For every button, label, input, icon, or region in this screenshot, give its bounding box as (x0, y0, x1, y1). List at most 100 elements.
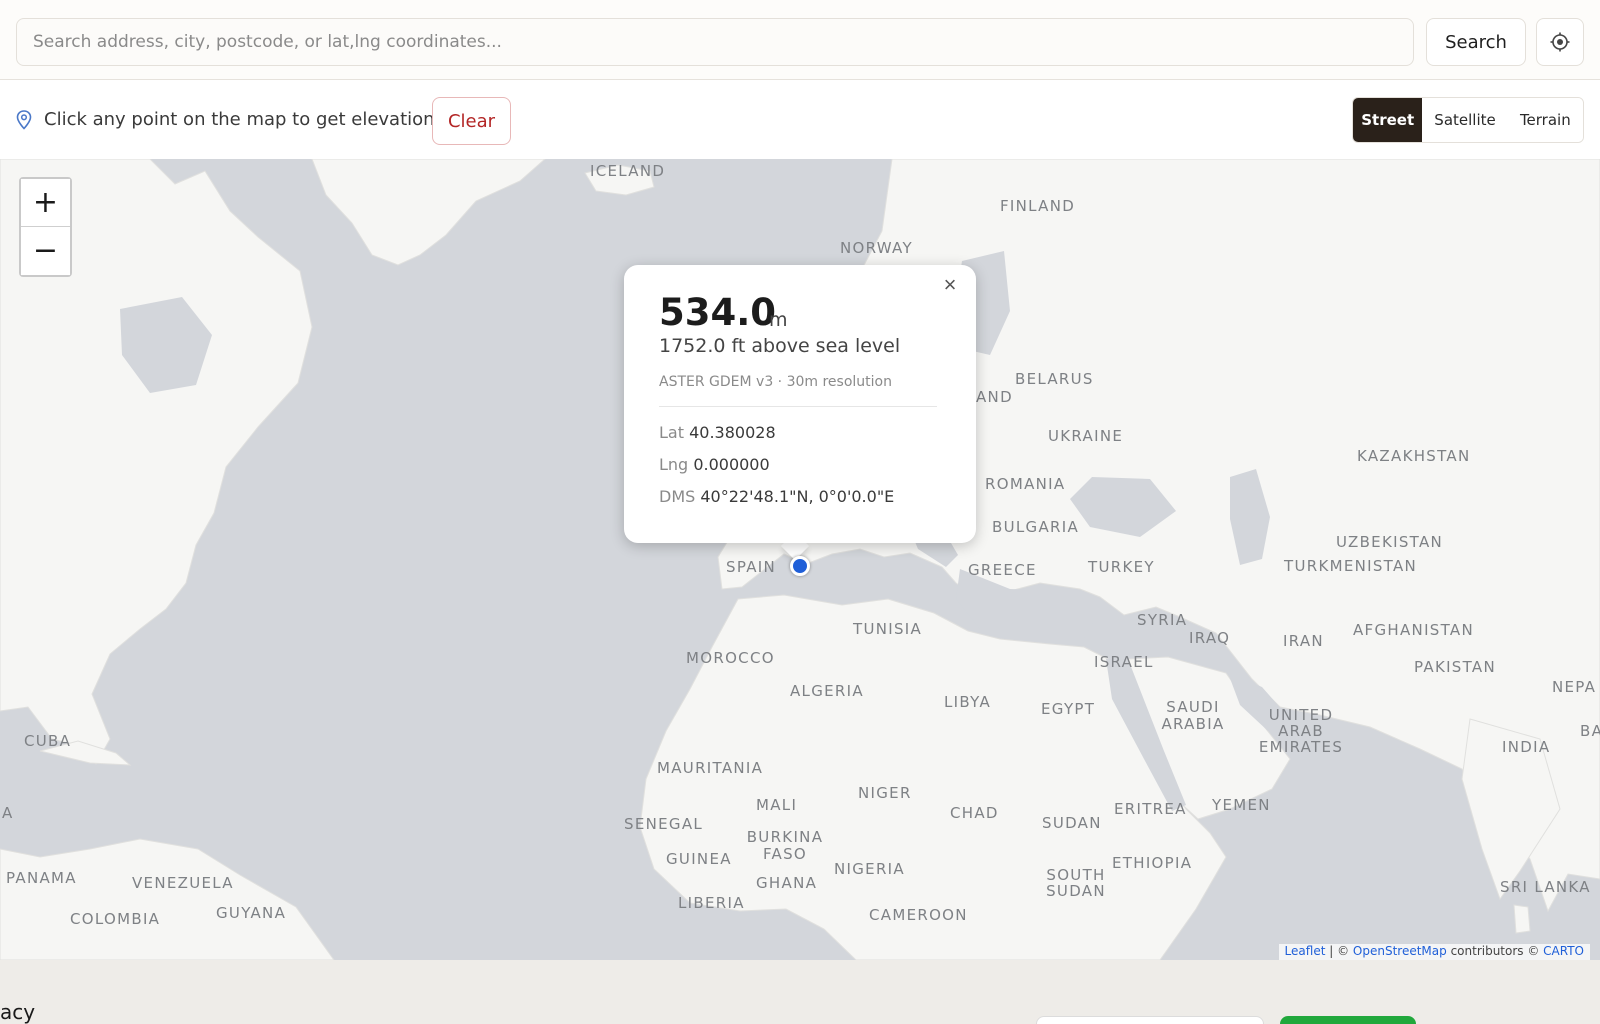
map-attribution: Leaflet | © OpenStreetMap contributors ©… (1278, 944, 1590, 960)
label-venezuela: VENEZUELA (132, 874, 234, 892)
label-sri-lanka: SRI LANKA (1500, 878, 1591, 896)
zoom-in-button[interactable]: + (21, 179, 70, 227)
latitude-label: Lat (659, 423, 684, 442)
label-uzbekistan: UZBEKISTAN (1336, 533, 1444, 551)
land-greenland (311, 159, 546, 266)
label-niger: NIGER (858, 784, 912, 802)
elevation-source: ASTER GDEM v3 · 30m resolution (659, 374, 892, 390)
layer-toggle: Street Satellite Terrain (1352, 97, 1584, 143)
elevation-popup: × 534.0 m 1752.0 ft above sea level ASTE… (624, 265, 976, 543)
label-india: INDIA (1502, 738, 1551, 756)
label-spain: SPAIN (726, 558, 777, 576)
label-turkey: TURKEY (1088, 558, 1155, 576)
label-norway: NORWAY (840, 239, 913, 257)
label-egypt: EGYPT (1041, 700, 1096, 718)
label-edge-a: A (2, 804, 14, 822)
label-morocco: MOROCCO (686, 649, 775, 667)
label-cameroon: CAMEROON (869, 906, 968, 924)
search-button[interactable]: Search (1426, 18, 1526, 66)
footer-primary-button[interactable] (1280, 1016, 1416, 1024)
label-algeria: ALGERIA (790, 682, 864, 700)
latitude-value: 40.380028 (689, 423, 776, 442)
elevation-value: 534.0 (659, 291, 777, 334)
label-pakistan: PAKISTAN (1414, 658, 1497, 676)
search-input[interactable] (16, 18, 1414, 66)
label-ethiopia: ETHIOPIA (1112, 854, 1193, 872)
label-iran: IRAN (1283, 632, 1324, 650)
attribution-osm-link[interactable]: OpenStreetMap (1353, 944, 1447, 958)
locate-icon (1550, 32, 1570, 52)
label-eritrea: ERITREA (1114, 800, 1187, 818)
elevation-unit: m (769, 309, 788, 331)
location-marker[interactable] (790, 556, 810, 576)
map-hint: Click any point on the map to get elevat… (44, 109, 435, 130)
label-senegal: SENEGAL (624, 815, 704, 833)
zoom-out-button[interactable]: − (21, 227, 70, 275)
attribution-leaflet-link[interactable]: Leaflet (1285, 944, 1326, 958)
label-bangladesh: BA (1580, 722, 1600, 740)
label-chad: CHAD (950, 804, 999, 822)
label-nigeria: NIGERIA (834, 860, 905, 878)
label-turkmenistan: TURKMENISTAN (1284, 557, 1418, 575)
label-saudi-arabia: SAUDI ARABIA (1161, 698, 1225, 733)
elevation-app: Search Click any point on the map to get… (0, 0, 1600, 1024)
label-libya: LIBYA (944, 693, 992, 711)
label-ukraine: UKRAINE (1048, 427, 1124, 445)
longitude-value: 0.000000 (693, 455, 770, 474)
map-pin-icon (16, 110, 32, 130)
label-cuba: CUBA (24, 732, 72, 750)
label-greece: GREECE (968, 561, 1037, 579)
attribution-contributors: contributors © (1446, 944, 1544, 958)
footer: acy (0, 960, 1600, 1024)
clear-button[interactable]: Clear (432, 97, 511, 145)
label-and: AND (976, 388, 1013, 406)
label-panama: PANAMA (6, 869, 77, 887)
longitude-row: Lng 0.000000 (659, 455, 770, 474)
label-guyana: GUYANA (216, 904, 287, 922)
label-burkina-faso: BURKINA FASO (746, 828, 824, 863)
label-iraq: IRAQ (1189, 629, 1231, 647)
toolbar: Click any point on the map to get elevat… (0, 81, 1600, 159)
footer-text[interactable]: acy (0, 1000, 35, 1024)
label-colombia: COLOMBIA (70, 910, 161, 928)
land-south-america (0, 838, 335, 960)
longitude-label: Lng (659, 455, 689, 474)
label-belarus: BELARUS (1015, 370, 1094, 388)
attribution-carto-link[interactable]: CARTO (1543, 944, 1584, 958)
zoom-control: + − (19, 177, 72, 277)
attribution-separator: | © (1325, 944, 1353, 958)
label-nepal: NEPA (1552, 678, 1597, 696)
label-guinea: GUINEA (666, 850, 732, 868)
label-mauritania: MAURITANIA (657, 759, 764, 777)
locate-button[interactable] (1536, 18, 1584, 66)
label-united-arab-emirates: UNITED ARAB EMIRATES (1258, 706, 1344, 756)
label-kazakhstan: KAZAKHSTAN (1357, 447, 1471, 465)
label-yemen: YEMEN (1212, 796, 1271, 814)
label-sudan: SUDAN (1042, 814, 1102, 832)
dms-label: DMS (659, 487, 696, 506)
layer-satellite-button[interactable]: Satellite (1422, 98, 1508, 142)
dms-row: DMS 40°22'48.1"N, 0°0'0.0"E (659, 487, 894, 506)
label-romania: ROMANIA (985, 475, 1066, 493)
map[interactable]: ICELAND FINLAND NORWAY BELARUS AND UKRAI… (0, 159, 1600, 960)
popup-close-button[interactable]: × (938, 273, 962, 297)
label-ghana: GHANA (756, 874, 818, 892)
popup-divider (659, 406, 937, 407)
label-syria: SYRIA (1137, 611, 1188, 629)
label-tunisia: TUNISIA (853, 620, 923, 638)
land-sri-lanka (1513, 904, 1531, 934)
label-liberia: LIBERIA (678, 894, 745, 912)
label-iceland: ICELAND (590, 162, 666, 180)
layer-terrain-button[interactable]: Terrain (1507, 98, 1583, 142)
label-bulgaria: BULGARIA (992, 518, 1080, 536)
elevation-feet: 1752.0 ft above sea level (659, 335, 901, 357)
label-south-sudan: SOUTH SUDAN (1046, 866, 1106, 900)
footer-secondary-button[interactable] (1036, 1016, 1264, 1024)
label-finland: FINLAND (1000, 197, 1076, 215)
layer-street-button[interactable]: Street (1353, 98, 1423, 142)
latitude-row: Lat 40.380028 (659, 423, 776, 442)
dms-value: 40°22'48.1"N, 0°0'0.0"E (700, 487, 895, 506)
label-israel: ISRAEL (1094, 653, 1154, 671)
search-bar: Search (0, 0, 1600, 80)
label-mali: MALI (756, 796, 798, 814)
